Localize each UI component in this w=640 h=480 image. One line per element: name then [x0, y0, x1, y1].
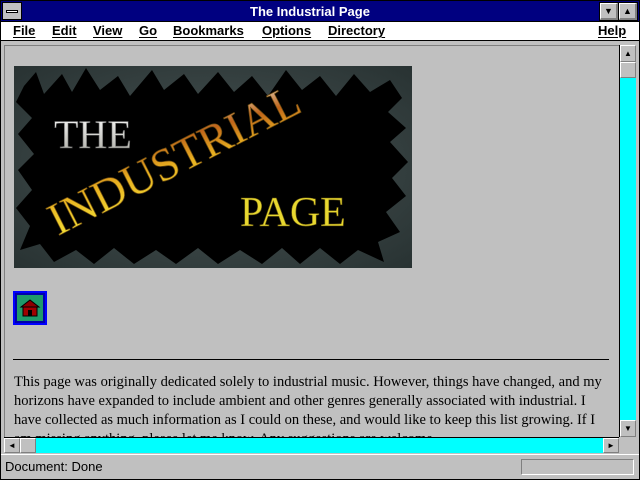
arrow-left-icon: ◄ [8, 441, 16, 450]
horizontal-scroll-thumb[interactable] [20, 438, 36, 453]
menu-edit[interactable]: Edit [52, 23, 77, 38]
vertical-scroll-thumb[interactable] [620, 62, 636, 78]
document-viewport[interactable]: THE INDUSTRIAL PAGE This page was origin… [4, 45, 619, 438]
scroll-up-button[interactable]: ▲ [620, 45, 636, 62]
arrow-up-icon: ▲ [624, 49, 632, 58]
menu-bar: File Edit View Go Bookmarks Options Dire… [0, 22, 640, 41]
menu-directory[interactable]: Directory [328, 23, 385, 38]
triangle-up-icon: ▲ [623, 6, 632, 16]
arrow-right-icon: ► [607, 441, 615, 450]
minimize-button[interactable]: ▼ [599, 2, 619, 21]
status-bar: Document: Done [0, 454, 640, 480]
menu-help[interactable]: Help [598, 23, 626, 38]
system-menu-icon [6, 10, 18, 13]
horizontal-scrollbar[interactable]: ◄ ► [4, 437, 619, 453]
industrial-page-banner: THE INDUSTRIAL PAGE [14, 66, 412, 268]
system-menu-button[interactable] [2, 2, 22, 20]
home-link[interactable] [13, 291, 47, 325]
triangle-down-icon: ▼ [604, 6, 613, 16]
maximize-button[interactable]: ▲ [618, 2, 638, 21]
menu-go[interactable]: Go [139, 23, 157, 38]
vertical-scrollbar[interactable]: ▲ ▼ [619, 45, 636, 437]
home-icon [19, 299, 41, 317]
arrow-down-icon: ▼ [624, 424, 632, 433]
progress-indicator [521, 459, 634, 475]
title-bar[interactable]: The Industrial Page ▼ ▲ [0, 0, 640, 22]
scroll-right-button[interactable]: ► [603, 438, 619, 453]
home-link-frame [17, 295, 43, 321]
banner-word-page: PAGE [240, 190, 346, 236]
horizontal-rule [13, 359, 609, 360]
menu-bookmarks[interactable]: Bookmarks [173, 23, 244, 38]
window-title: The Industrial Page [250, 4, 370, 19]
scrollbar-corner [619, 437, 636, 453]
scroll-down-button[interactable]: ▼ [620, 420, 636, 437]
menu-options[interactable]: Options [262, 23, 311, 38]
scroll-left-button[interactable]: ◄ [4, 438, 20, 453]
menu-file[interactable]: File [13, 23, 35, 38]
banner-image: THE INDUSTRIAL PAGE [14, 66, 412, 268]
banner-word-the: THE [54, 112, 132, 157]
status-text: Document: Done [5, 459, 103, 474]
intro-paragraph: This page was originally dedicated solel… [14, 374, 602, 438]
menu-view[interactable]: View [93, 23, 122, 38]
